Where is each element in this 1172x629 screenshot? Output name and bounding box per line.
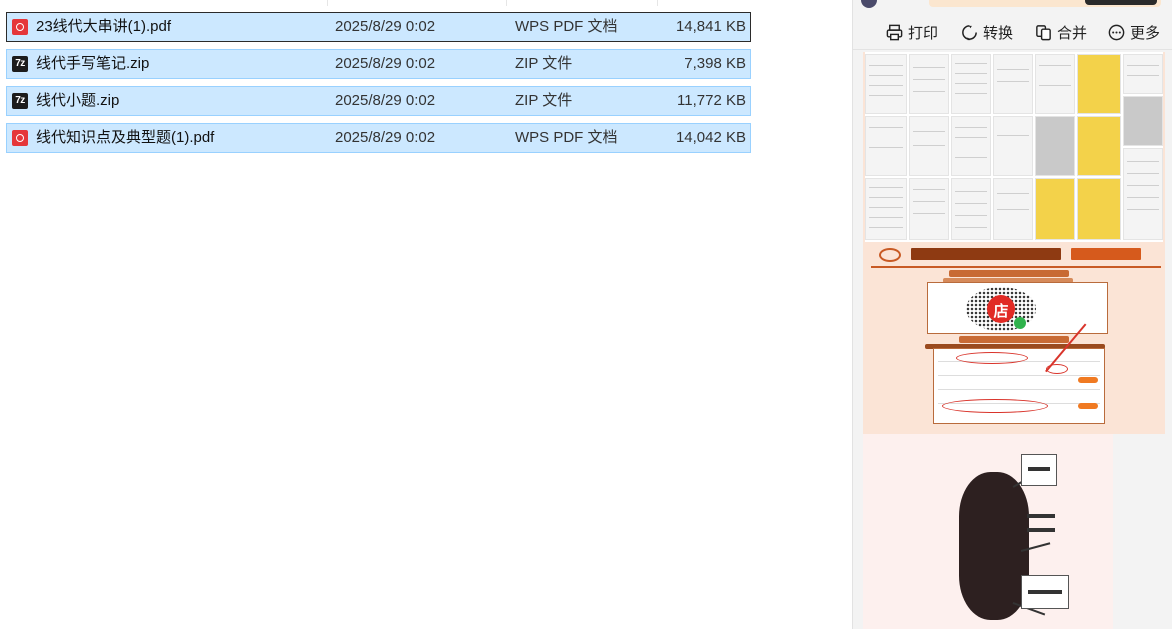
thumbnail-image [1035,178,1075,240]
file-size: 14,841 KB [675,18,746,35]
file-type: ZIP 文件 [515,55,573,72]
file-name: 线代知识点及典型题(1).pdf [36,129,215,146]
file-row[interactable]: 线代知识点及典型题(1).pdf 2025/8/29 0:02 WPS PDF … [6,123,751,153]
convert-label: 转换 [983,24,1014,42]
thumbnail-image [1035,54,1075,114]
promo-subtitle-graphic [959,336,1069,343]
qr-code-box: 店 [927,282,1108,334]
file-type: ZIP 文件 [515,92,573,109]
promo-title-image [1071,248,1141,260]
file-size: 7,398 KB [684,55,746,72]
more-button[interactable]: 更多 [1107,18,1160,46]
thumbnail-image [951,54,991,114]
logo-icon [879,248,901,262]
file-name: 23线代大串讲(1).pdf [36,18,172,35]
shop-logo-icon: 店 [987,295,1015,323]
badge-icon [1014,317,1026,329]
toolbar-divider [853,49,1172,50]
file-date: 2025/8/29 0:02 [335,92,436,109]
file-date: 2025/8/29 0:02 [335,129,436,146]
merge-icon [1036,24,1051,40]
file-name: 线代手写笔记.zip [36,55,150,72]
promo-subtitle-graphic [949,270,1069,277]
thumbnail-image [1123,96,1163,146]
thumbnail-image [909,54,949,114]
file-size: 14,042 KB [675,129,746,146]
shop-screenshot [933,323,1105,424]
pdf-file-icon [12,130,28,146]
convert-button[interactable]: 转换 [960,18,1013,46]
thumbnail-image [951,178,991,240]
thumbnail-collage [865,52,1163,242]
7z-archive-icon: 7z [12,56,28,72]
file-size: 11,772 KB [677,92,746,109]
file-list: 23线代大串讲(1).pdf 2025/8/29 0:02 WPS PDF 文档… [0,0,760,629]
preview-header [853,0,1172,8]
thumbnail-image [909,178,949,240]
thumbnail-image [993,54,1033,114]
thumbnail-image [993,116,1033,176]
file-date: 2025/8/29 0:02 [335,55,436,72]
preview-toolbar: 打印 转换 合并 更多 [853,16,1172,48]
thumbnail-image [865,54,907,114]
preview-page: 店 [863,52,1165,434]
file-row[interactable]: 7z 线代小题.zip 2025/8/29 0:02 ZIP 文件 11,772… [6,86,751,116]
file-date: 2025/8/29 0:02 [335,18,436,35]
shop-logo-text: 店 [993,303,1009,320]
column-header [0,0,760,6]
thumbnail-image [1077,178,1121,240]
thumbnail-image [1123,54,1163,94]
print-button[interactable]: 打印 [885,18,938,46]
promo-title-image [911,248,1061,260]
column-divider[interactable] [506,0,507,6]
mindmap-node [1021,502,1061,560]
thumbnail-image [951,116,991,176]
thumbnail-image [909,116,949,176]
merge-button[interactable]: 合并 [1034,18,1087,46]
file-type: WPS PDF 文档 [515,129,618,146]
promo-title-graphic [871,248,1161,268]
thumbnail-image [865,178,907,240]
column-divider[interactable] [657,0,658,6]
printer-icon [886,24,903,40]
thumbnail-image [1077,54,1121,114]
thumbnail-image [993,178,1033,240]
more-label: 更多 [1130,24,1161,42]
promo-banner[interactable] [929,0,1161,7]
mindmap-node [1021,454,1057,486]
preview-page [863,434,1113,629]
mindmap-node [1021,575,1069,609]
merge-label: 合并 [1057,24,1088,42]
thumbnail-image [1035,116,1075,176]
avatar[interactable] [861,0,877,8]
thumbnail-image [865,116,907,176]
file-row[interactable]: 23线代大串讲(1).pdf 2025/8/29 0:02 WPS PDF 文档… [6,12,751,42]
thumbnail-image [1077,116,1121,176]
more-icon [1108,24,1125,40]
convert-icon [962,24,977,40]
7z-archive-icon: 7z [12,93,28,109]
pdf-file-icon [12,19,28,35]
document-preview[interactable]: 店 [863,52,1165,629]
column-divider[interactable] [327,0,328,6]
mindmap-center-node [959,472,1029,620]
thumbnail-image [1123,148,1163,240]
file-name: 线代小题.zip [36,92,120,109]
print-label: 打印 [908,24,939,42]
file-row[interactable]: 7z 线代手写笔记.zip 2025/8/29 0:02 ZIP 文件 7,39… [6,49,751,79]
banner-button[interactable] [1085,0,1157,5]
preview-pane: 打印 转换 合并 更多 店 [852,0,1172,629]
file-type: WPS PDF 文档 [515,18,618,35]
